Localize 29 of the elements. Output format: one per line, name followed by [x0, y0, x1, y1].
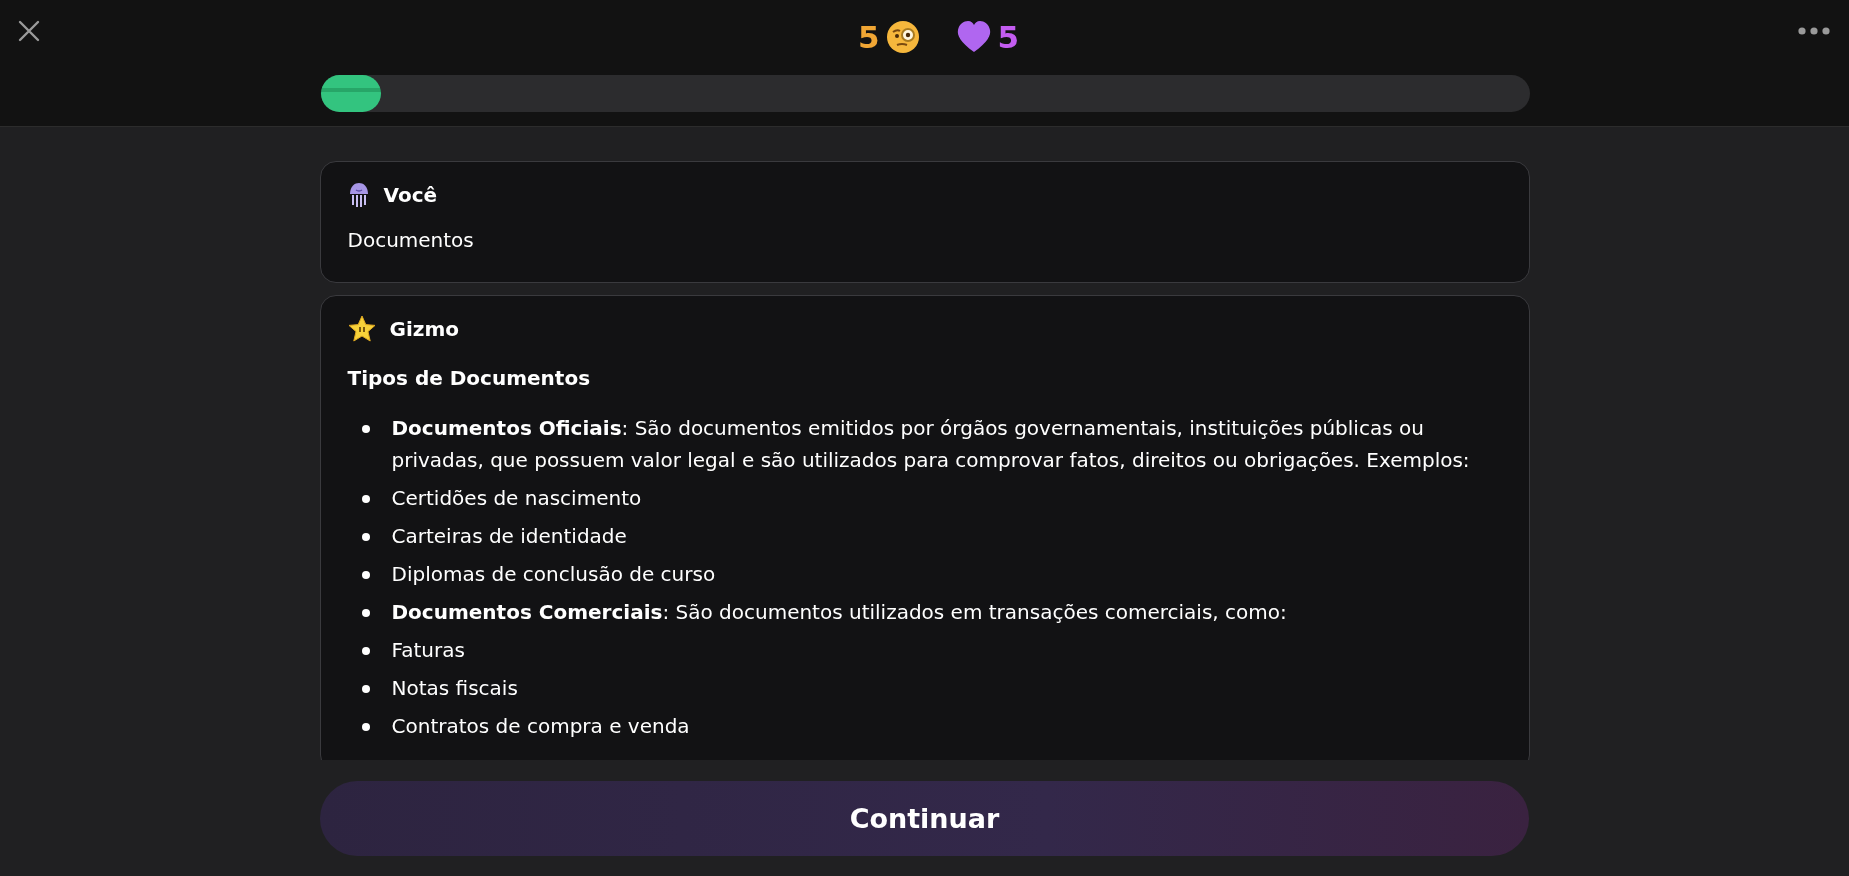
bullet-icon — [361, 425, 370, 433]
heart-icon — [955, 20, 992, 54]
author-name: Gizmo — [389, 317, 459, 341]
list-item: Contratos de compra e venda — [391, 713, 691, 740]
bullet-icon — [361, 723, 370, 731]
bullet-icon — [361, 685, 370, 693]
bullet-icon — [361, 609, 370, 617]
list-item: Notas fiscais — [391, 675, 519, 702]
more-icon — [1797, 26, 1831, 36]
continue-button[interactable]: Continuar — [320, 780, 1529, 856]
star-icon — [347, 315, 376, 343]
lives-count: 5 — [997, 19, 1020, 55]
list-item: Documentos Comerciais: São documentos utilizados em transações comerciais, como: — [391, 599, 1288, 626]
bullet-icon — [361, 495, 370, 503]
list-item: Carteiras de identidade — [391, 523, 628, 550]
monocle-face-icon — [885, 20, 920, 54]
list-item: Certidões de nascimento — [391, 485, 643, 512]
message-text: Documentos — [347, 228, 475, 252]
bullet-icon — [361, 647, 370, 655]
streak-count: 5 — [857, 19, 880, 55]
list-item: Faturas — [391, 637, 466, 664]
close-icon — [18, 20, 40, 42]
bullet-icon — [361, 571, 370, 579]
list-item: Diplomas de conclusão de curso — [391, 561, 717, 588]
author-name: Você — [383, 183, 438, 207]
list-item: Documentos Oficiais: São documentos emitidos por órgãos governamentais, instituições públicas ou privadas, que possuem valor legal e são utilizados para comprovar fatos, direitos ou obrigações. Exemplos: — [391, 415, 1471, 474]
message-heading: Tipos de Documentos — [347, 366, 592, 390]
jellyfish-icon — [347, 182, 370, 208]
bullet-icon — [361, 533, 370, 541]
